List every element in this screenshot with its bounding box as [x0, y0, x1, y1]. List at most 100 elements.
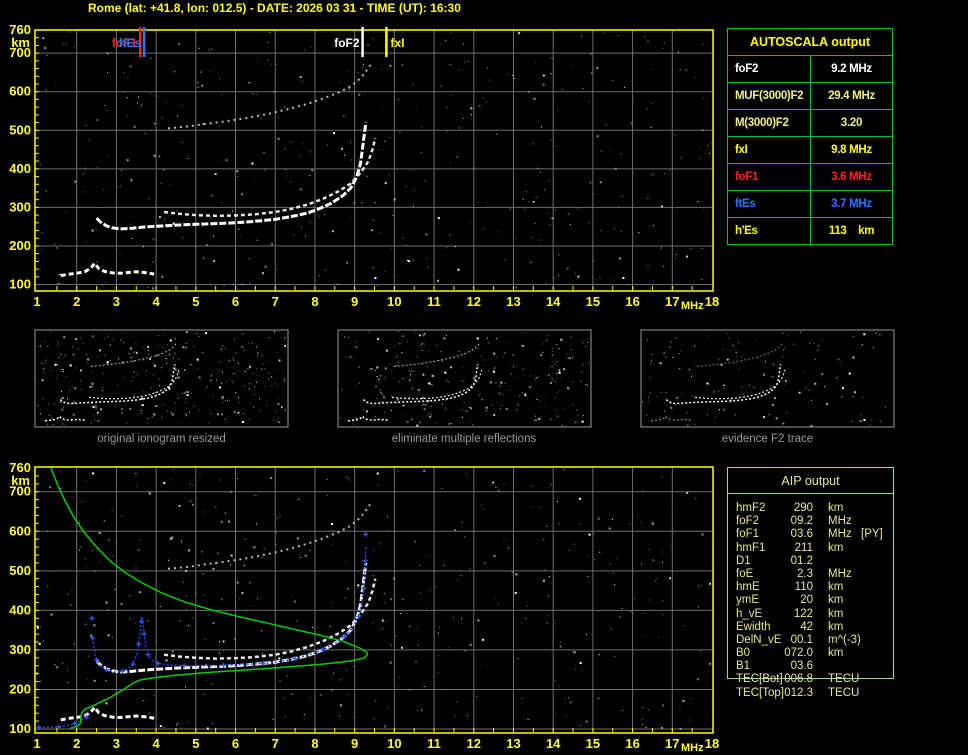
thumbnail-caption-original: original ionogram resized	[97, 433, 226, 445]
x-tick-label: 11	[427, 294, 441, 309]
x-tick-label: 15	[586, 736, 600, 751]
x-tick-label: 7	[272, 736, 279, 751]
autoscala-row-fof1: foF1 3.6 MHz	[728, 164, 892, 191]
y-tick-label: 200	[9, 681, 31, 696]
thumbnail-1	[337, 329, 592, 428]
autoscala-row-hes: h'Es 113 km	[728, 218, 892, 244]
aip-row-u: km	[828, 620, 844, 633]
autoscala-row-muf3000f2: MUF(3000)F2 29.4 MHz	[728, 83, 892, 110]
aip-row-fof1: foF1 03.6 MHz [PY]	[728, 528, 968, 541]
x-tick-label: 4	[153, 736, 161, 751]
aip-row-v: 20	[800, 594, 813, 607]
y-tick-label: 300	[9, 199, 31, 214]
aip-row-l: B0	[736, 647, 751, 660]
aip-row-fof2: foF2 09.2 MHz	[728, 515, 968, 528]
aip-table-header: AIP output	[728, 468, 893, 494]
bottom-ionogram-plot: 760700600500400300200100km1 2 3 4 5 6 7 8 9 10 11 1…	[9, 460, 719, 754]
aip-row-yme: ymE 20 km	[728, 594, 968, 607]
x-tick-label: 6	[232, 294, 239, 309]
aip-row-v: 42	[800, 620, 813, 633]
aip-row-u: km	[828, 607, 844, 620]
aip-row-hve: h_vE 122 km	[728, 608, 968, 621]
y-tick-label: 500	[9, 122, 31, 137]
x-tick-label: 4	[153, 294, 161, 309]
x-tick-label: 1	[33, 736, 40, 751]
aip-row-tecbot: TEC[Bot] 006.8 TECU	[728, 673, 968, 686]
aip-row-v: 006.8	[784, 673, 813, 686]
x-axis-unit-label: MHz	[681, 300, 704, 312]
x-tick-label: 10	[387, 736, 401, 751]
y-tick-label: 400	[9, 161, 31, 176]
aip-row-hme: hmE 110 km	[728, 581, 968, 594]
x-tick-label: 2	[73, 294, 80, 309]
aip-row-v: 110	[794, 581, 813, 594]
autoscala-row-m3000f2: M(3000)F2 3.20	[728, 110, 892, 137]
x-tick-label: 9	[351, 294, 358, 309]
aip-row-v: 072.0	[784, 647, 813, 660]
thumbnail-caption-evidence: evidence F2 trace	[721, 433, 814, 445]
y-tick-label: 400	[9, 602, 31, 617]
autoscala-window: Rome (lat: +41.8, lon: 012.5) - DATE: 20…	[0, 0, 968, 755]
aip-output-table: AIP output hmF2 290 km foF2 09.2 MHz foF1 03.6 M…	[727, 467, 894, 699]
aip-row-v: 03.6	[790, 528, 813, 541]
top-ionogram-plot: 760700600500400300200100km1 2 3 4 5 6 7 8 9 10 11 1…	[9, 22, 719, 312]
x-tick-label: 11	[427, 736, 441, 751]
aip-row-u: MHz	[828, 567, 852, 580]
x-tick-label: 7	[272, 294, 279, 309]
y-axis-unit-label: km	[11, 35, 30, 50]
y-tick-label: 100	[9, 276, 31, 291]
x-tick-label: 12	[467, 736, 481, 751]
x-tick-label: 15	[586, 294, 600, 309]
y-axis-unit-label: km	[11, 473, 30, 488]
aip-row-v: 2.3	[797, 567, 813, 580]
autoscala-row-value: 9.2 MHz	[831, 63, 872, 75]
aip-row-b0: B0 072.0 km	[728, 647, 968, 660]
aip-row-v: 122	[793, 607, 813, 620]
x-tick-label: 1	[33, 294, 40, 309]
x-tick-label: 9	[351, 736, 358, 751]
aip-row-u: TECU	[828, 686, 860, 699]
autoscala-row-label: foF1	[728, 164, 811, 190]
aip-row-u: MHz	[828, 515, 852, 528]
x-axis-unit-label: MHz	[681, 742, 704, 754]
autoscala-row-ftes: ftEs 3.7 MHz	[728, 191, 892, 218]
thumbnail-0	[34, 329, 289, 428]
aip-row-u: MHz	[828, 528, 852, 541]
aip-row-v: 00.1	[790, 633, 813, 646]
x-tick-label: 13	[506, 736, 520, 751]
autoscala-row-value: 3.20	[840, 117, 863, 129]
autoscala-row-label: ftEs	[728, 191, 811, 217]
aip-row-v: 01.2	[790, 554, 813, 567]
y-tick-label: 300	[9, 642, 31, 657]
autoscala-row-value: 3.6 MHz	[831, 171, 872, 183]
autoscala-output-table: AUTOSCALA output foF2 9.2 MHz MUF(3000)F2 2…	[727, 28, 893, 245]
x-tick-label: 14	[546, 294, 561, 309]
x-tick-label: 3	[113, 736, 120, 751]
aip-row-u: m^(-3)	[828, 633, 861, 646]
y-tick-label: 500	[9, 563, 31, 578]
aip-row-u: km	[828, 581, 844, 594]
x-tick-label: 18	[705, 736, 719, 751]
aip-row-ewidth: Ewidth 42 km	[728, 621, 968, 634]
thumbnail-caption-eliminate: eliminate multiple reflections	[391, 433, 537, 445]
aip-row-hmf1: hmF1 211 km	[728, 542, 968, 555]
x-tick-label: 2	[73, 736, 80, 751]
aip-row-v: 290	[793, 502, 813, 514]
autoscala-row-label: M(3000)F2	[728, 110, 811, 136]
aip-row-v: 012.3	[784, 686, 813, 699]
y-tick-label: 600	[9, 523, 31, 538]
x-tick-label: 16	[625, 294, 639, 309]
x-tick-label: 3	[113, 294, 120, 309]
x-tick-label: 5	[192, 736, 199, 751]
aip-row-v: 09.2	[790, 515, 813, 528]
x-tick-label: 17	[665, 736, 679, 751]
aip-row-u: km	[828, 647, 844, 660]
autoscala-row-value: 3.7 MHz	[831, 198, 872, 210]
autoscala-row-value: 29.4 MHz	[828, 90, 875, 102]
autoscala-row-label: MUF(3000)F2	[728, 83, 811, 109]
aip-row-v: 211	[794, 541, 813, 554]
x-tick-label: 8	[311, 294, 318, 309]
aip-row-foe: foE 2.3 MHz	[728, 568, 968, 581]
aip-row-b1: B1 03.6	[728, 660, 968, 673]
aip-row-d1: D1 01.2	[728, 555, 968, 568]
